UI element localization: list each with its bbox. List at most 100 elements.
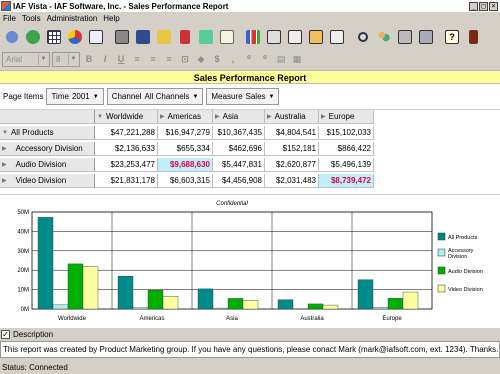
table-cell[interactable]: $4,456,908 xyxy=(213,174,265,188)
table-cell[interactable]: $21,831,178 xyxy=(95,174,158,188)
table-cell[interactable]: $5,447,831 xyxy=(213,158,265,172)
wrap-icon[interactable]: ⊡ xyxy=(178,52,192,66)
menu-bar: File Tools Administration Help xyxy=(0,12,500,24)
table-chart-icon[interactable] xyxy=(86,27,106,47)
format-icon[interactable]: ▤ xyxy=(274,52,288,66)
maximize-button[interactable]: □ xyxy=(479,1,488,11)
column-header-asia[interactable]: ▶ Asia xyxy=(213,110,265,124)
layout-icon[interactable] xyxy=(416,27,436,47)
decimal-decrease-icon[interactable]: ⁰ xyxy=(258,52,272,66)
save-icon[interactable] xyxy=(133,27,153,47)
menu-file[interactable]: File xyxy=(0,14,19,23)
bold-button[interactable]: B xyxy=(82,52,96,66)
bar xyxy=(402,291,419,310)
bar xyxy=(357,279,374,310)
fill-color-icon[interactable]: ◆ xyxy=(194,52,208,66)
back-icon[interactable] xyxy=(2,27,22,47)
italic-button[interactable]: I xyxy=(98,52,112,66)
close-button[interactable]: × xyxy=(489,1,498,11)
export-icon[interactable] xyxy=(264,27,284,47)
measure-selector[interactable]: Measure Sales ▼ xyxy=(206,88,280,105)
row-header-accessory-division[interactable]: ▶ Accessory Division xyxy=(0,142,95,156)
column-label: Asia xyxy=(222,112,239,121)
table-cell[interactable]: $2,620,877 xyxy=(265,158,319,172)
format-painter-icon[interactable]: ▦ xyxy=(290,52,304,66)
table-cell[interactable]: $15,102,033 xyxy=(319,126,374,140)
channel-selector[interactable]: Channel All Channels ▼ xyxy=(106,88,204,105)
collapse-arrow-icon[interactable]: ▼ xyxy=(97,114,103,120)
size-value: 8 xyxy=(56,54,61,64)
window-title: IAF Vista - IAF Software, Inc. - Sales P… xyxy=(13,1,229,11)
row-header-audio-division[interactable]: ▶ Audio Division xyxy=(0,158,95,172)
notes-icon[interactable] xyxy=(217,27,237,47)
table-cell[interactable]: $2,031,483 xyxy=(265,174,319,188)
menu-tools[interactable]: Tools xyxy=(19,14,44,23)
copy2-icon[interactable] xyxy=(327,27,347,47)
time-selector[interactable]: Time 2001 ▼ xyxy=(46,88,104,105)
column-header-worldwide[interactable]: ▼ Worldwide xyxy=(95,110,158,124)
bar xyxy=(132,307,149,310)
currency-icon[interactable]: $ xyxy=(210,52,224,66)
printer-icon[interactable] xyxy=(395,27,415,47)
description-checkbox[interactable]: ✓ xyxy=(1,330,10,339)
users-icon[interactable] xyxy=(374,27,394,47)
pie-chart-icon[interactable] xyxy=(65,27,85,47)
table-icon[interactable] xyxy=(44,27,64,47)
refresh-icon[interactable] xyxy=(23,27,43,47)
column-header-europe[interactable]: ▶ Europe xyxy=(319,110,374,124)
description-toggle[interactable]: ✓ Description xyxy=(1,328,500,341)
table-cell-highlighted[interactable]: $8,739,472 xyxy=(319,174,374,188)
description-checkbox-label: Description xyxy=(13,330,54,339)
expand-arrow-icon[interactable]: ▶ xyxy=(2,145,7,152)
expand-arrow-icon[interactable]: ▶ xyxy=(2,177,7,184)
table-cell[interactable]: $6,603,315 xyxy=(158,174,213,188)
print-icon[interactable] xyxy=(112,27,132,47)
align-center-icon[interactable]: ≡ xyxy=(146,52,160,66)
table-cell[interactable]: $23,253,477 xyxy=(95,158,158,172)
minimize-button[interactable]: _ xyxy=(469,1,478,11)
search-icon[interactable] xyxy=(353,27,373,47)
row-header-video-division[interactable]: ▶ Video Division xyxy=(0,174,95,188)
size-select[interactable]: 8 ▼ xyxy=(52,51,80,67)
column-header-americas[interactable]: ▶ Americas xyxy=(158,110,213,124)
help-icon[interactable]: ? xyxy=(442,27,462,47)
table-cell[interactable]: $2,136,633 xyxy=(95,142,158,156)
table-cell[interactable]: $152,181 xyxy=(265,142,319,156)
expand-arrow-icon[interactable]: ▶ xyxy=(160,113,165,120)
table-cell[interactable]: $16,947,279 xyxy=(158,126,213,140)
table-cell[interactable]: $655,334 xyxy=(158,142,213,156)
row-header-all-products[interactable]: ▼ All Products xyxy=(0,126,95,140)
paste-icon[interactable] xyxy=(306,27,326,47)
menu-help[interactable]: Help xyxy=(100,14,122,23)
table-cell[interactable]: $10,367,435 xyxy=(213,126,265,140)
menu-administration[interactable]: Administration xyxy=(44,14,101,23)
font-select[interactable]: Arial ▼ xyxy=(2,51,50,67)
align-left-icon[interactable]: ≡ xyxy=(130,52,144,66)
y-tick-label: 0M xyxy=(21,307,29,313)
chart-wizard-icon[interactable] xyxy=(196,27,216,47)
chevron-down-icon: ▼ xyxy=(268,93,275,100)
table-cell[interactable]: $462,696 xyxy=(213,142,265,156)
collapse-arrow-icon[interactable]: ▼ xyxy=(2,130,8,136)
align-right-icon[interactable]: ≡ xyxy=(162,52,176,66)
query-icon[interactable] xyxy=(175,27,195,47)
copy-icon[interactable] xyxy=(285,27,305,47)
table-cell[interactable]: $5,496,139 xyxy=(319,158,374,172)
expand-arrow-icon[interactable]: ▶ xyxy=(321,113,326,120)
expand-arrow-icon[interactable]: ▶ xyxy=(215,113,220,120)
open-icon[interactable] xyxy=(154,27,174,47)
expand-arrow-icon[interactable]: ▶ xyxy=(267,113,272,120)
table-cell[interactable]: $47,221,288 xyxy=(95,126,158,140)
table-header-row: ▼ Worldwide ▶ Americas ▶ Asia ▶ Australia ▶ E… xyxy=(0,110,374,124)
exit-icon[interactable] xyxy=(463,27,483,47)
chart-icon[interactable] xyxy=(243,27,263,47)
column-header-australia[interactable]: ▶ Australia xyxy=(265,110,319,124)
underline-button[interactable]: U xyxy=(114,52,128,66)
table-cell-highlighted[interactable]: $9,688,630 xyxy=(158,158,213,172)
comma-icon[interactable]: , xyxy=(226,52,240,66)
expand-arrow-icon[interactable]: ▶ xyxy=(2,161,7,168)
table-cell[interactable]: $866,422 xyxy=(319,142,374,156)
y-tick-label: 20M xyxy=(17,268,29,274)
decimal-increase-icon[interactable]: ⁰ xyxy=(242,52,256,66)
table-cell[interactable]: $4,804,541 xyxy=(265,126,319,140)
